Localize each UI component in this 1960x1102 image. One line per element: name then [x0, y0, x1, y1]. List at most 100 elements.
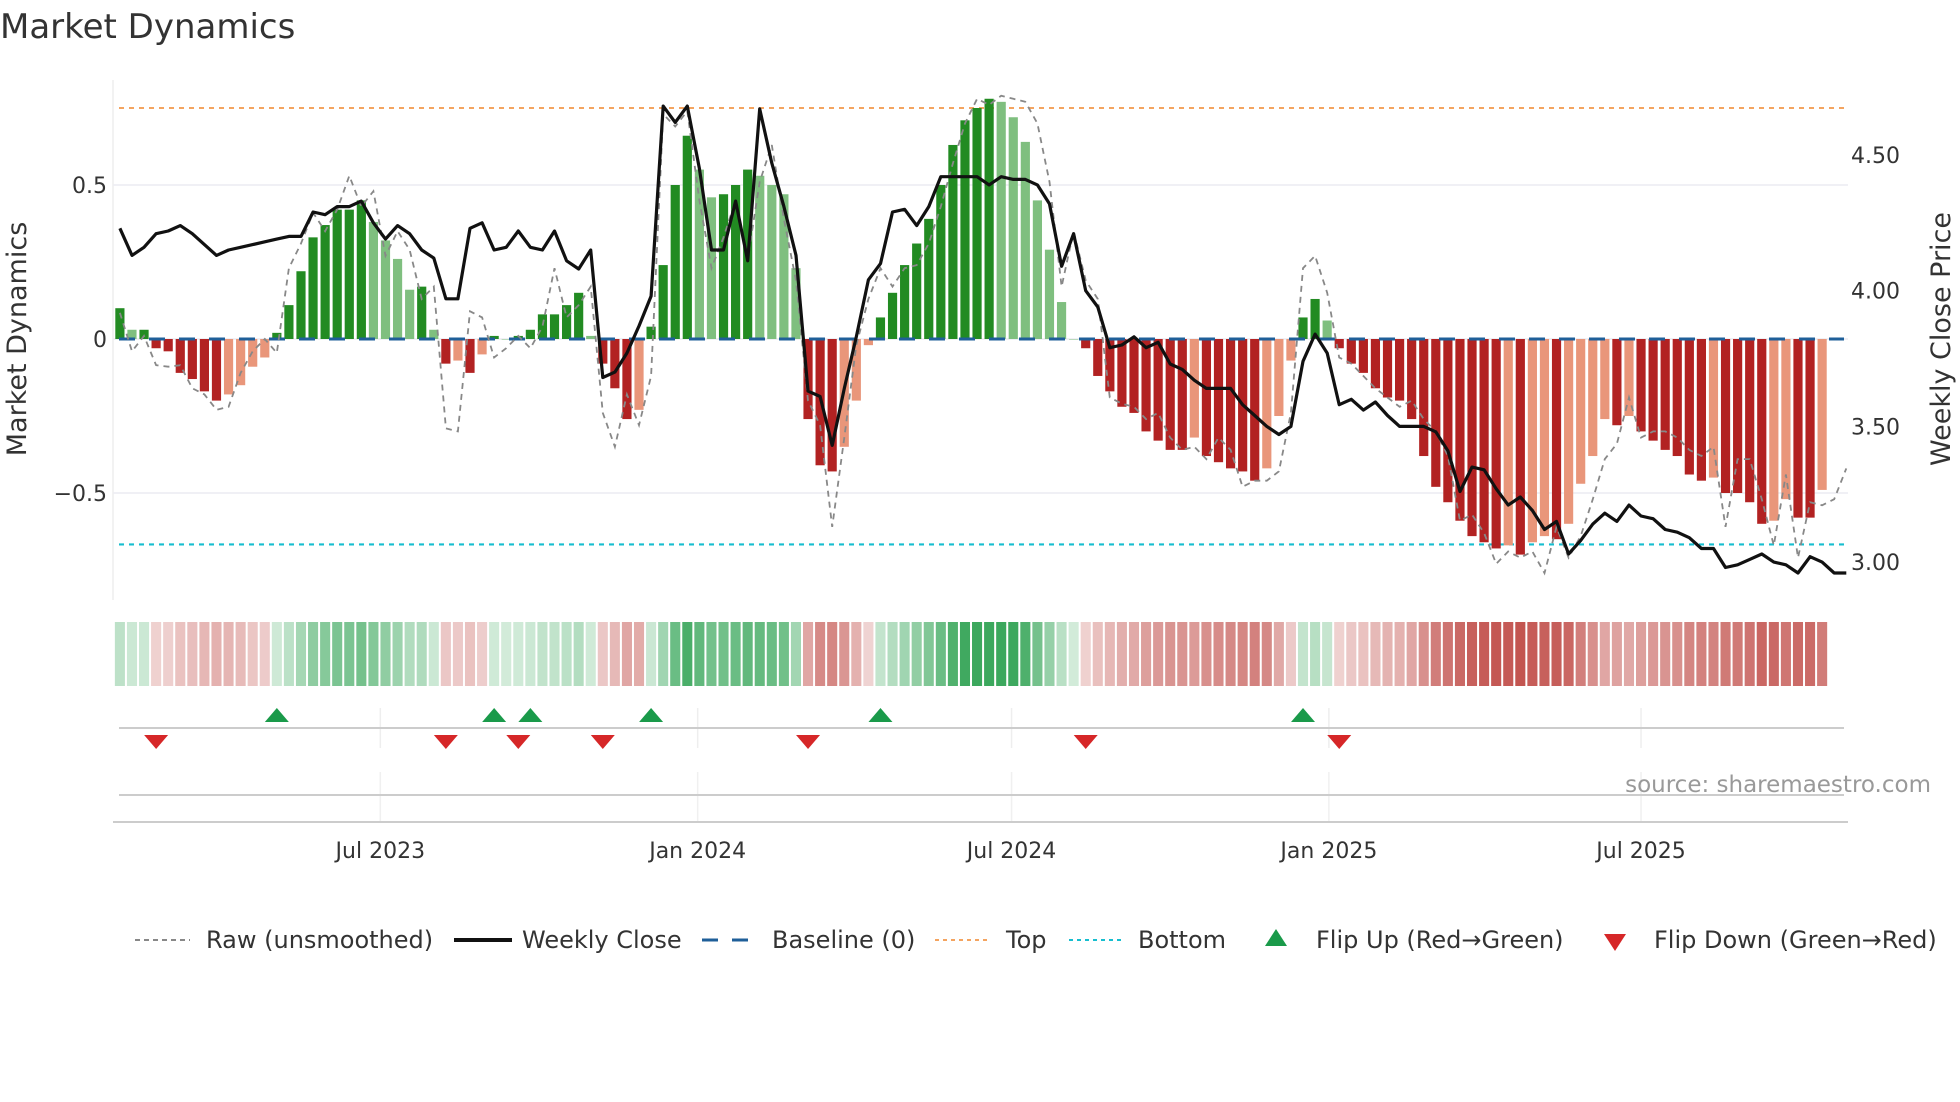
regime-cell — [694, 622, 705, 686]
regime-cell — [1273, 622, 1284, 686]
regime-cell — [1141, 622, 1152, 686]
regime-cell — [1116, 622, 1127, 686]
dynamics-bar — [1370, 339, 1381, 389]
regime-cell — [549, 622, 560, 686]
regime-cell — [984, 622, 995, 686]
dynamics-bar — [1684, 339, 1694, 475]
regime-cell — [211, 622, 222, 686]
regime-cell — [1406, 622, 1417, 686]
regime-cell — [1768, 622, 1779, 686]
flip-down-icon — [506, 735, 531, 749]
y2-tick-label: 3.50 — [1851, 415, 1900, 440]
regime-cell — [404, 622, 415, 686]
dynamics-bar — [308, 237, 318, 339]
chart-title: Market Dynamics — [0, 7, 295, 47]
dynamics-bar — [1443, 339, 1453, 503]
regime-cell — [1623, 622, 1635, 686]
regime-cell — [1249, 622, 1260, 686]
dynamics-bar — [163, 339, 173, 352]
legend-flip-down-label: Flip Down (Green→Red) — [1654, 926, 1937, 954]
regime-cell — [1261, 622, 1272, 686]
dynamics-bar — [1588, 339, 1598, 457]
dynamics-bar — [537, 314, 548, 339]
regime-cell — [887, 622, 898, 686]
dynamics-bar — [1056, 302, 1067, 339]
regime-cell — [1213, 622, 1224, 686]
regime-cell — [923, 622, 934, 686]
regime-cell — [247, 622, 258, 686]
dynamics-bar — [284, 305, 294, 339]
dynamics-bar — [525, 329, 535, 339]
flip-up-icon — [868, 708, 893, 722]
regime-cell — [114, 622, 125, 686]
regime-cell — [658, 622, 669, 686]
regime-cell — [1672, 622, 1683, 686]
market-dynamics-chart: Market Dynamics 0.5 0 −0.5 4.50 4.00 3.50 3.00… — [0, 7, 1957, 954]
regime-cell — [163, 622, 174, 686]
dynamics-bar — [1093, 339, 1103, 376]
flip-up-icon — [1291, 708, 1316, 722]
regime-cell — [380, 622, 391, 686]
regime-cell — [1418, 622, 1429, 686]
dynamics-bar — [1648, 339, 1658, 441]
dynamics-bar — [924, 218, 934, 339]
regime-cell — [1744, 622, 1755, 686]
regime-cell — [1479, 622, 1490, 686]
dynamics-bar — [1624, 339, 1634, 416]
legend-flip-up-label: Flip Up (Red→Green) — [1316, 926, 1564, 954]
dynamics-bar — [960, 120, 970, 339]
dynamics-bar — [1503, 339, 1513, 546]
dynamics-bar — [718, 194, 729, 339]
dynamics-bar — [405, 289, 415, 339]
regime-cell — [1599, 622, 1610, 686]
dynamics-bar — [1189, 339, 1199, 438]
regime-cell — [187, 622, 198, 686]
dynamics-bar — [875, 317, 886, 339]
dynamics-bar — [561, 305, 572, 339]
flip-up-icon — [482, 708, 507, 722]
y2-tick-label: 4.50 — [1851, 144, 1900, 169]
flip-up-icon — [518, 708, 543, 722]
dynamics-bar — [417, 286, 427, 339]
dynamics-bar — [1298, 317, 1308, 339]
dynamics-bar — [1467, 339, 1477, 537]
source-label: source: sharemaestro.com — [1625, 772, 1931, 798]
regime-cell — [899, 622, 910, 686]
regime-cell — [151, 622, 162, 686]
dynamics-bar — [1262, 339, 1272, 469]
regime-cell — [1575, 622, 1586, 686]
regime-cell — [911, 622, 922, 686]
dynamics-bar — [996, 101, 1006, 339]
dynamics-bar — [332, 209, 342, 339]
regime-cell — [1732, 622, 1743, 686]
regime-cell — [356, 622, 367, 686]
dynamics-bar — [984, 98, 994, 339]
regime-cell — [947, 622, 958, 686]
dynamics-bar — [453, 339, 463, 361]
dynamics-bar — [1672, 339, 1682, 457]
dynamics-bar — [1733, 339, 1743, 493]
regime-cell — [1442, 622, 1453, 686]
regime-cell — [718, 622, 729, 686]
dynamics-bar — [658, 265, 668, 339]
dynamics-bar — [1177, 339, 1187, 450]
regime-cell — [1068, 622, 1079, 686]
dynamics-bar — [1358, 339, 1368, 373]
regime-cell — [271, 622, 282, 686]
regime-cell — [1551, 622, 1562, 686]
regime-cell — [585, 622, 596, 686]
regime-strip — [114, 622, 1828, 686]
flip-down-icon — [590, 735, 615, 749]
regime-cell — [283, 622, 294, 686]
dynamics-bar — [1455, 339, 1465, 521]
y-tick-label: 0 — [93, 328, 107, 353]
legend-bottom-label: Bottom — [1138, 926, 1226, 954]
dynamics-bar — [1491, 339, 1501, 549]
dynamics-bar — [1020, 141, 1030, 339]
flip-down-icon — [433, 735, 458, 749]
regime-cell — [1684, 622, 1695, 686]
dynamics-bar — [1044, 249, 1055, 339]
dynamics-bar — [682, 135, 692, 339]
dynamics-bar — [368, 221, 379, 339]
regime-cell — [790, 622, 801, 686]
